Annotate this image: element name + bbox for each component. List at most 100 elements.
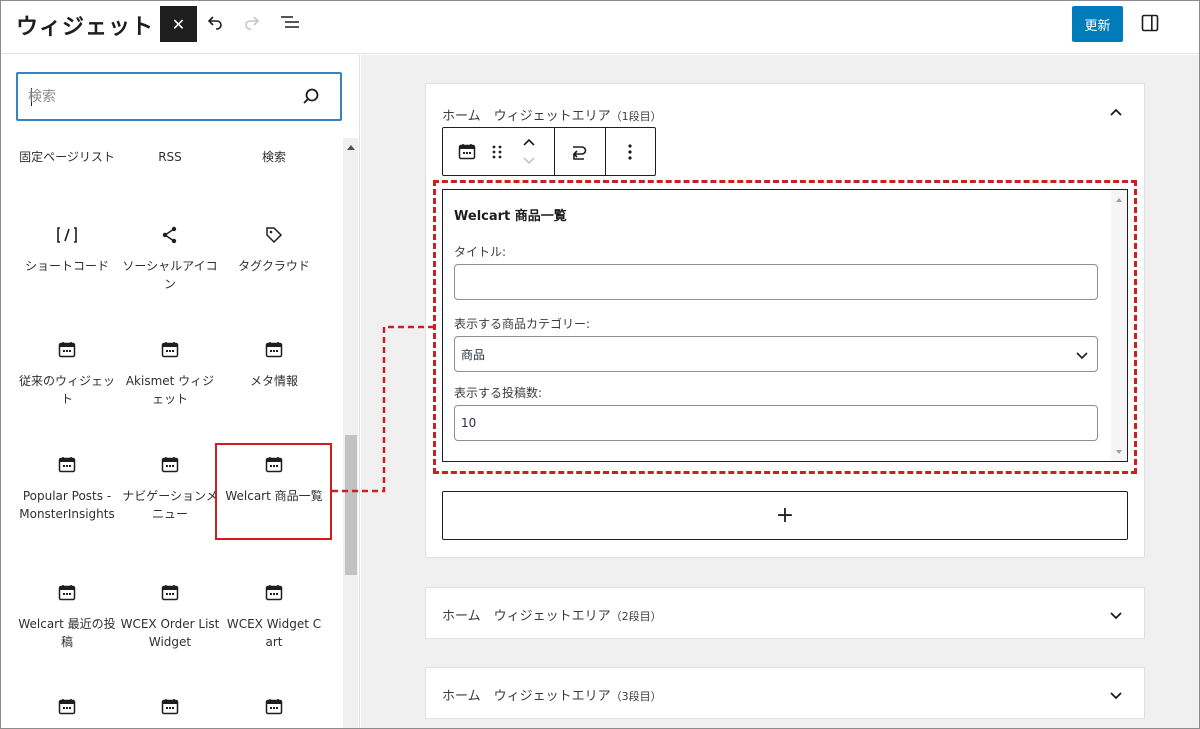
- search-icon: [303, 88, 319, 104]
- block-label: Popular Posts - MonsterInsights: [19, 489, 115, 521]
- selected-block-highlight: [215, 443, 332, 540]
- search-field[interactable]: [16, 72, 342, 121]
- widget-areas-canvas: ホーム ウィジェットエリア（1段目） Welcart 商品一覧 タイトル: 表示…: [361, 55, 1199, 728]
- calendar-icon[interactable]: [455, 141, 479, 163]
- block-wcex-order-list[interactable]: WCEX Order List Widget: [117, 581, 223, 651]
- update-button[interactable]: 更新: [1072, 6, 1123, 42]
- scroll-up-icon[interactable]: [1116, 198, 1122, 202]
- calendar-icon: [55, 453, 79, 477]
- welcart-item-list-widget: Welcart 商品一覧 タイトル: 表示する商品カテゴリー: 商品 表示する投…: [442, 189, 1128, 462]
- transform-icon[interactable]: [567, 141, 591, 163]
- search-input[interactable]: [28, 86, 288, 108]
- area-title-text: ホーム ウィジェットエリア: [442, 689, 611, 704]
- area-title-text: ホーム ウィジェットエリア: [442, 109, 611, 124]
- block-label: ソーシャルアイコン: [122, 259, 218, 291]
- list-view-icon[interactable]: [277, 10, 303, 36]
- title-input[interactable]: [454, 264, 1098, 300]
- close-button[interactable]: ✕: [160, 6, 197, 42]
- block-popular-posts[interactable]: Popular Posts - MonsterInsights: [14, 453, 120, 523]
- tag-icon: [262, 223, 286, 247]
- calendar-icon: [262, 695, 286, 719]
- block-label: メタ情報: [249, 374, 298, 388]
- block-toolbar: [442, 127, 656, 176]
- widget-area-title[interactable]: ホーム ウィジェットエリア（1段目）: [442, 105, 662, 124]
- block-rss[interactable]: RSS: [117, 148, 223, 166]
- block-welcart-recent-posts[interactable]: Welcart 最近の投稿: [14, 581, 120, 651]
- title-label: タイトル:: [454, 245, 507, 259]
- block-page-list[interactable]: 固定ページリスト: [14, 148, 120, 166]
- block-label: 検索: [261, 150, 286, 164]
- block-wcex-widget-cart[interactable]: WCEX Widget Cart: [221, 581, 327, 651]
- block-label: Welcart 最近の投稿: [18, 617, 116, 649]
- widgets-editor: ウィジェット ✕ 更新 固定ページリスト RSS 検索: [0, 0, 1200, 729]
- sidebar-toggle-icon[interactable]: [1137, 10, 1163, 36]
- chevron-down-icon: [1076, 352, 1088, 360]
- move-down-icon[interactable]: [518, 153, 540, 169]
- block-label: ナビゲーションメニュー: [122, 489, 218, 521]
- block-label: ショートコード: [24, 259, 109, 273]
- area-title-suffix: （3段目）: [610, 690, 662, 703]
- plus-icon: +: [775, 503, 795, 528]
- calendar-icon: [262, 581, 286, 605]
- widget-area-title: ホーム ウィジェットエリア（3段目）: [442, 685, 662, 704]
- block-item[interactable]: [221, 695, 327, 728]
- post-count-input[interactable]: 10: [454, 405, 1098, 441]
- widget-title: Welcart 商品一覧: [454, 209, 567, 224]
- scroll-up-icon[interactable]: [347, 145, 355, 150]
- category-selected-value: 商品: [461, 347, 486, 362]
- share-icon: [158, 223, 182, 247]
- block-navigation-menu[interactable]: ナビゲーションメニュー: [117, 453, 223, 523]
- category-select[interactable]: 商品: [454, 336, 1098, 372]
- editor-header: ウィジェット ✕ 更新: [1, 1, 1199, 54]
- block-inserter: 固定ページリスト RSS 検索 ショートコード ソーシャルアイコン タグクラウド: [1, 55, 360, 728]
- move-up-icon[interactable]: [518, 134, 540, 150]
- area-title-suffix: （1段目）: [610, 110, 662, 123]
- calendar-icon: [158, 453, 182, 477]
- widget-area-title: ホーム ウィジェットエリア（2段目）: [442, 605, 662, 624]
- drag-handle-icon[interactable]: [488, 142, 506, 162]
- calendar-icon: [158, 581, 182, 605]
- calendar-icon: [158, 695, 182, 719]
- block-social-icons[interactable]: ソーシャルアイコン: [117, 223, 223, 293]
- calendar-icon: [158, 338, 182, 362]
- close-icon: ✕: [171, 14, 186, 34]
- post-count-label: 表示する投稿数:: [454, 386, 543, 400]
- shortcode-icon: [55, 223, 79, 247]
- block-search[interactable]: 検索: [221, 148, 327, 166]
- area-title-suffix: （2段目）: [610, 610, 662, 623]
- block-label: WCEX Widget Cart: [226, 617, 322, 649]
- page-title: ウィジェット: [16, 15, 155, 40]
- calendar-icon: [262, 338, 286, 362]
- block-item[interactable]: [14, 695, 120, 728]
- block-label: 従来のウィジェット: [18, 374, 115, 406]
- block-akismet-widget[interactable]: Akismet ウィジェット: [117, 338, 223, 408]
- redo-icon[interactable]: [239, 10, 265, 36]
- chevron-down-icon[interactable]: [1108, 607, 1124, 623]
- widget-scrollbar[interactable]: [1111, 190, 1127, 461]
- block-legacy-widget[interactable]: 従来のウィジェット: [14, 338, 120, 408]
- block-label: Akismet ウィジェット: [125, 374, 215, 406]
- sidebar-scrollbar[interactable]: [343, 138, 358, 728]
- scrollbar-thumb[interactable]: [345, 435, 357, 575]
- block-meta[interactable]: メタ情報: [221, 338, 327, 390]
- widget-area-2[interactable]: ホーム ウィジェットエリア（2段目）: [425, 587, 1145, 639]
- widget-area-3[interactable]: ホーム ウィジェットエリア（3段目）: [425, 667, 1145, 719]
- block-label: 固定ページリスト: [19, 150, 115, 164]
- calendar-icon: [55, 695, 79, 719]
- chevron-up-icon[interactable]: [1108, 105, 1124, 121]
- block-label: RSS: [158, 150, 182, 164]
- block-shortcode[interactable]: ショートコード: [14, 223, 120, 275]
- scroll-down-icon[interactable]: [1116, 450, 1122, 454]
- undo-icon[interactable]: [202, 10, 228, 36]
- toolbar-divider: [605, 128, 606, 175]
- block-item[interactable]: [117, 695, 223, 728]
- toolbar-divider: [554, 128, 555, 175]
- block-tag-cloud[interactable]: タグクラウド: [221, 223, 327, 275]
- add-block-button[interactable]: +: [442, 491, 1128, 540]
- calendar-icon: [55, 338, 79, 362]
- calendar-icon: [55, 581, 79, 605]
- category-label: 表示する商品カテゴリー:: [454, 317, 591, 331]
- area-title-text: ホーム ウィジェットエリア: [442, 609, 611, 624]
- more-options-icon[interactable]: [618, 141, 642, 163]
- chevron-down-icon[interactable]: [1108, 687, 1124, 703]
